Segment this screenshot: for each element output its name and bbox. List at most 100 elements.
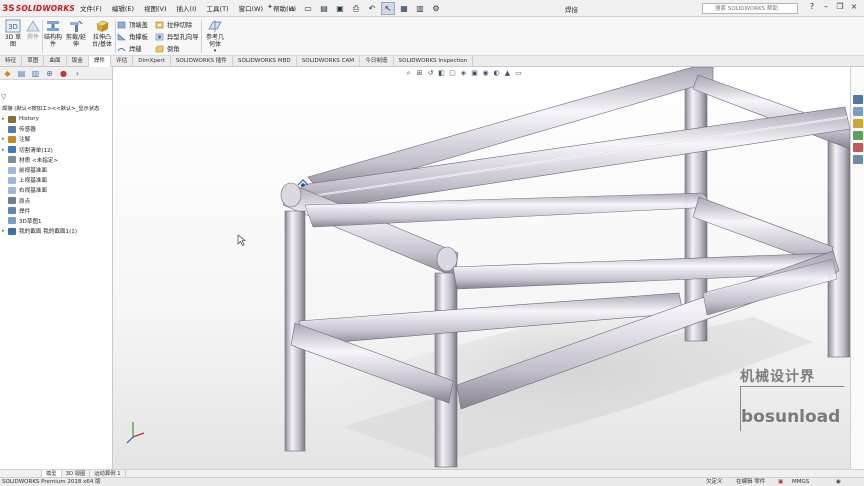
solidworks-wordmark: SOLIDWORKS <box>15 4 75 13</box>
edit-appearance-icon[interactable]: ◐ <box>491 69 502 78</box>
tab-sketch[interactable]: 草图 <box>22 56 45 67</box>
feature-tree-icon[interactable]: ◆ <box>1 68 14 79</box>
chamfer-button[interactable]: 倒角 <box>155 44 180 53</box>
menu-window[interactable]: 窗口(W) <box>239 3 264 13</box>
view-orientation-icon[interactable]: ◈ <box>458 69 469 78</box>
view-palette-icon[interactable] <box>853 131 863 140</box>
units-system[interactable]: MMGS <box>792 478 809 486</box>
end-cap-button[interactable]: 顶端盖 <box>117 20 148 29</box>
weld-bead-button[interactable]: 焊缝 <box>117 44 142 53</box>
tab-solidworks-cam[interactable]: SOLIDWORKS CAM <box>297 56 361 67</box>
undo-icon[interactable]: ↶ <box>365 2 379 15</box>
restore-icon[interactable]: ❐ <box>833 2 847 11</box>
section-view-icon[interactable]: ◧ <box>436 69 447 78</box>
feature-tree-item[interactable]: 上视基准面 <box>2 175 112 185</box>
rebuild-indicator-icon[interactable]: ▣ <box>778 478 783 486</box>
sketch-status: 欠定义 <box>706 479 723 485</box>
new-document-icon[interactable]: ▭ <box>301 2 315 15</box>
feature-tree-item[interactable]: 传感器 <box>2 124 112 134</box>
minimize-icon[interactable]: – <box>819 2 833 11</box>
home-icon[interactable]: ⌂ <box>285 2 299 15</box>
tab-made-today[interactable]: 今日制造 <box>360 56 394 67</box>
feature-tree-item-label: 右视基准面 <box>19 188 47 195</box>
previous-view-icon[interactable]: ↺ <box>425 69 436 78</box>
tab-motion-study[interactable]: 运动算例 1 <box>90 470 126 477</box>
status-bar: SOLIDWORKS Premium 2018 x64 版 欠定义 在编辑 零件… <box>0 477 864 486</box>
feature-tree-item-label: 焊件 <box>19 208 31 215</box>
rebuild-icon[interactable]: ▦ <box>397 2 411 15</box>
menu-insert[interactable]: 插入(I) <box>177 3 197 13</box>
gusset-button[interactable]: 角撑板 <box>117 32 148 41</box>
customize-status-icon[interactable]: ◉ <box>836 478 841 486</box>
help-search-input[interactable] <box>702 3 798 14</box>
tab-solidworks-addins[interactable]: SOLIDWORKS 插件 <box>171 56 233 67</box>
menu-view[interactable]: 视图(V) <box>144 3 167 13</box>
feature-tree-item[interactable]: 右视基准面 <box>2 185 112 195</box>
options-gear-icon[interactable]: ⚙ <box>429 2 443 15</box>
menu-tools[interactable]: 工具(T) <box>207 3 229 13</box>
extruded-boss-button[interactable]: 拉伸凸台/基体 <box>90 19 114 48</box>
feature-tree-item[interactable]: ▸ 注解 <box>2 134 112 144</box>
dimxpert-manager-icon[interactable]: ⊕ <box>43 68 56 79</box>
tab-model[interactable]: 模型 <box>42 470 62 477</box>
feature-tree-item[interactable]: 原点 <box>2 196 112 206</box>
menu-edit[interactable]: 编辑(E) <box>112 3 134 13</box>
extruded-cut-button[interactable]: 拉伸切除 <box>155 20 192 29</box>
trim-extend-button[interactable]: 剪裁/延伸 <box>65 19 87 48</box>
zoom-to-fit-icon[interactable]: ⌕ <box>403 69 414 78</box>
custom-properties-icon[interactable] <box>853 155 863 164</box>
filter-icon[interactable]: ▽ <box>1 93 6 101</box>
tab-surfaces[interactable]: 曲面 <box>44 56 67 67</box>
feature-tree-item[interactable]: 前视基准面 <box>2 165 112 175</box>
structural-member-button[interactable]: 结构构件 <box>44 19 62 48</box>
zoom-area-icon[interactable]: ⊞ <box>414 69 425 78</box>
print-icon[interactable]: ⎙ <box>349 2 363 15</box>
apply-scene-icon[interactable]: ▲ <box>502 69 513 78</box>
tab-dimxpert[interactable]: DimXpert <box>133 56 171 67</box>
ribbon-separator <box>201 20 202 53</box>
display-style-icon[interactable]: ▣ <box>469 69 480 78</box>
pin-menu-icon[interactable]: ✦ <box>267 3 273 11</box>
save-icon[interactable]: ▣ <box>333 2 347 15</box>
solidworks-logo[interactable]: 3S SOLIDWORKS <box>2 2 75 15</box>
hide-show-items-icon[interactable]: ◉ <box>480 69 491 78</box>
tab-features[interactable]: 特征 <box>0 56 23 67</box>
select-pointer-icon[interactable]: ↖ <box>381 2 395 15</box>
menu-file[interactable]: 文件(F) <box>80 3 102 13</box>
tab-solidworks-inspection[interactable]: SOLIDWORKS Inspection <box>394 56 474 67</box>
feature-tree-item[interactable]: 材质 <未指定> <box>2 155 112 165</box>
solidworks-resources-icon[interactable] <box>853 95 863 104</box>
dropdown-arrow-icon[interactable]: ▾ <box>214 48 217 55</box>
tab-solidworks-mbd[interactable]: SOLIDWORKS MBD <box>233 56 297 67</box>
feature-tree-item[interactable]: ▸ History <box>2 114 112 124</box>
appearances-icon[interactable] <box>853 143 863 152</box>
tab-evaluate[interactable]: 评估 <box>111 56 134 67</box>
file-explorer-icon[interactable] <box>853 119 863 128</box>
tab-nav-arrows-icon[interactable] <box>0 470 42 477</box>
close-icon[interactable]: × <box>847 2 861 11</box>
weldment-button[interactable]: 焊件 <box>25 19 41 41</box>
display-manager-icon[interactable]: ● <box>57 68 70 79</box>
sketch3d-button[interactable]: 3D 3D 草图 <box>2 19 24 48</box>
design-library-icon[interactable] <box>853 107 863 116</box>
feature-tree-item[interactable]: 焊件 <box>2 206 112 216</box>
property-manager-icon[interactable]: ▤ <box>15 68 28 79</box>
feature-tree-item[interactable]: 3D草图1 <box>2 216 112 226</box>
configuration-manager-icon[interactable]: ▥ <box>29 68 42 79</box>
hole-wizard-button[interactable]: 异型孔向导 <box>155 32 198 41</box>
feature-tree-item[interactable]: ▸ 切割清单(12) <box>2 145 112 155</box>
tab-weldments[interactable]: 焊件 <box>88 56 112 67</box>
file-properties-icon[interactable]: ▥ <box>413 2 427 15</box>
open-folder-icon[interactable]: ▤ <box>317 2 331 15</box>
panel-expand-icon[interactable]: › <box>71 68 84 79</box>
weld-bead-label: 焊缝 <box>129 46 142 53</box>
tab-3d-views[interactable]: 3D 视图 <box>62 470 91 477</box>
ds-logo-mark: 3S <box>2 3 15 14</box>
view-settings-icon[interactable]: ▭ <box>513 69 524 78</box>
help-question-icon[interactable]: ? <box>805 2 819 11</box>
part-name[interactable]: 焊接 (默认<按加工><<默认>_显示状态 <box>2 104 99 112</box>
feature-tree-item[interactable]: ▸ 我的截面 我的截面1(1) <box>2 226 112 236</box>
reference-geometry-button[interactable]: 参考几何体 ▾ <box>204 19 226 55</box>
dynamic-annotation-icon[interactable]: ▢ <box>447 69 458 78</box>
tab-sheet-metal[interactable]: 钣金 <box>67 56 89 67</box>
